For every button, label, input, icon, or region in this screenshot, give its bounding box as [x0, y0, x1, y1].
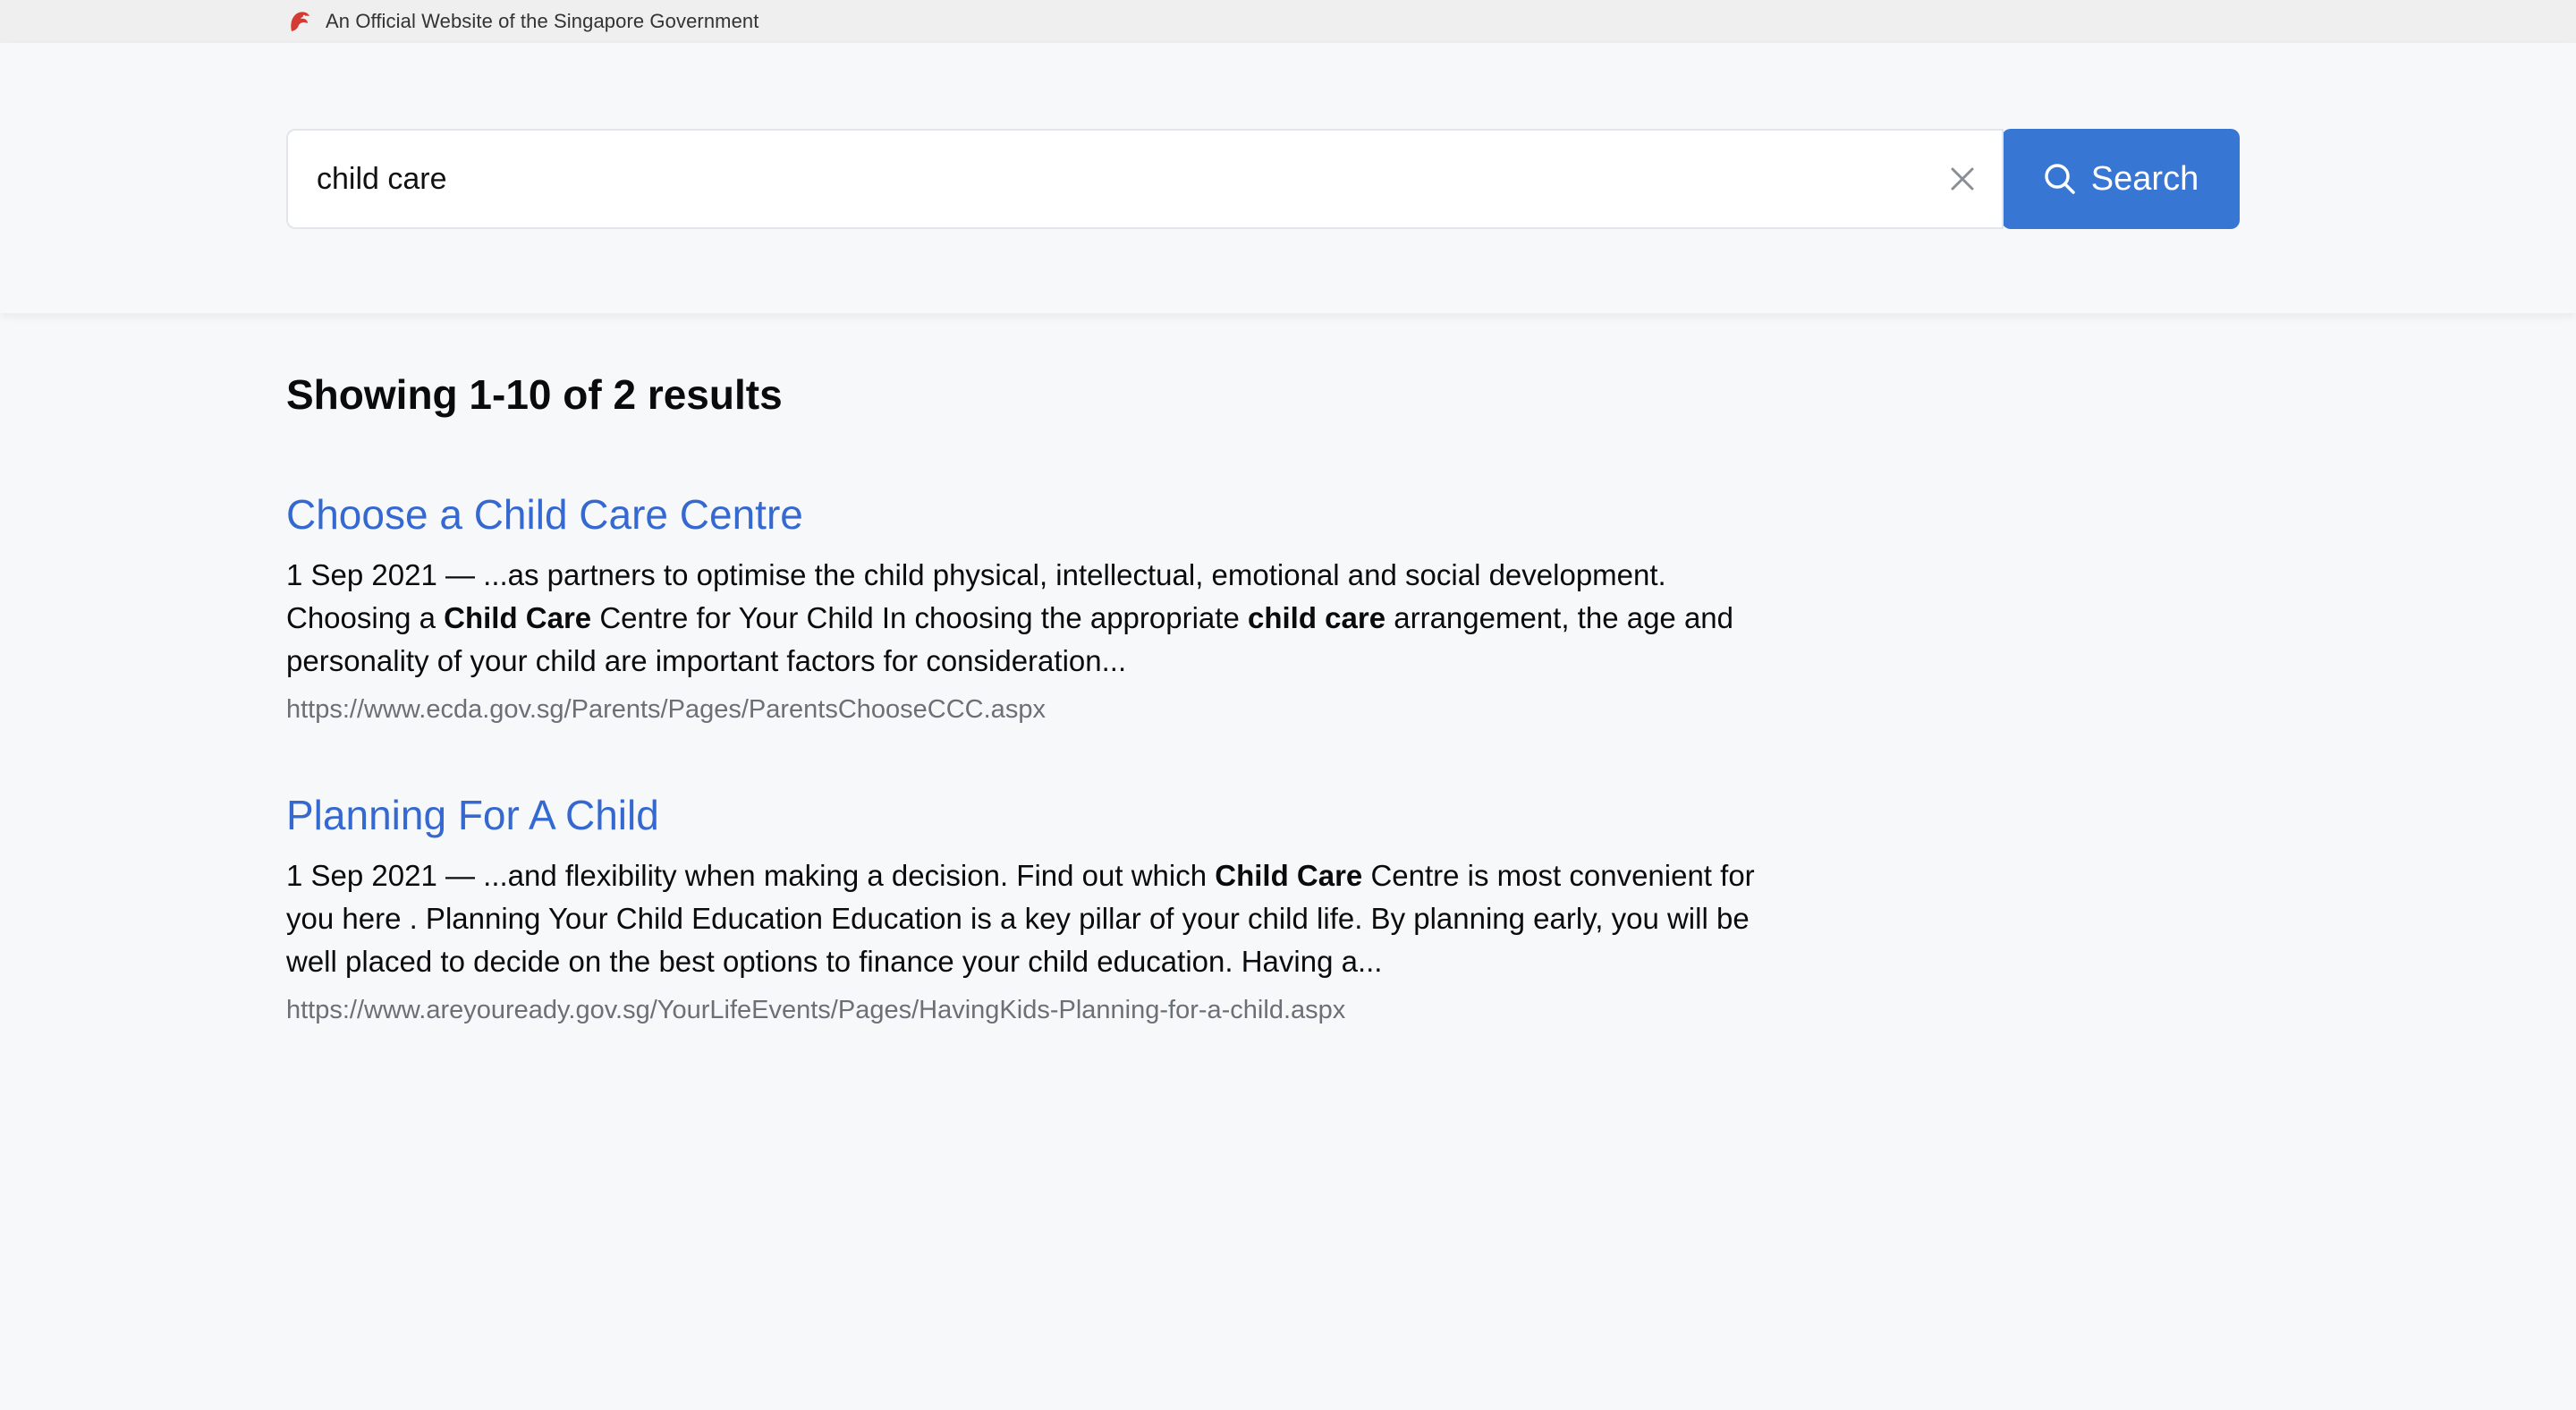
result-url-link[interactable]: https://www.areyouready.gov.sg/YourLifeE… — [286, 996, 1789, 1025]
search-band: Search — [0, 43, 2576, 313]
snippet-highlight: Child Care — [1215, 859, 1363, 893]
snippet-text: Centre for Your Child In choosing the ap… — [591, 601, 1248, 635]
search-box — [286, 129, 2004, 229]
search-result: Planning For A Child 1 Sep 2021 — ...and… — [286, 791, 1789, 1025]
search-bar: Search — [286, 129, 2240, 229]
search-icon — [2045, 164, 2075, 194]
search-button[interactable]: Search — [2002, 129, 2240, 229]
result-title-link[interactable]: Choose a Child Care Centre — [286, 490, 1789, 539]
snippet-highlight: child care — [1247, 601, 1386, 635]
snippet-text: 1 Sep 2021 — ...and flexibility when mak… — [286, 859, 1216, 893]
search-input[interactable] — [288, 131, 1898, 227]
result-snippet: 1 Sep 2021 — ...as partners to optimise … — [286, 554, 1789, 683]
singapore-lion-head-icon — [286, 8, 313, 35]
results-summary: Showing 1-10 of 2 results — [286, 371, 783, 418]
search-result: Choose a Child Care Centre 1 Sep 2021 — … — [286, 490, 1789, 725]
result-title-link[interactable]: Planning For A Child — [286, 791, 1789, 840]
result-url-link[interactable]: https://www.ecda.gov.sg/Parents/Pages/Pa… — [286, 695, 1789, 725]
government-masthead: An Official Website of the Singapore Gov… — [0, 0, 2576, 43]
search-button-label: Search — [2090, 159, 2199, 198]
clear-search-button[interactable] — [1943, 159, 1982, 199]
result-snippet: 1 Sep 2021 — ...and flexibility when mak… — [286, 854, 1789, 983]
masthead-label: An Official Website of the Singapore Gov… — [326, 10, 759, 32]
close-icon — [1951, 167, 1974, 191]
snippet-highlight: Child Care — [444, 601, 592, 635]
